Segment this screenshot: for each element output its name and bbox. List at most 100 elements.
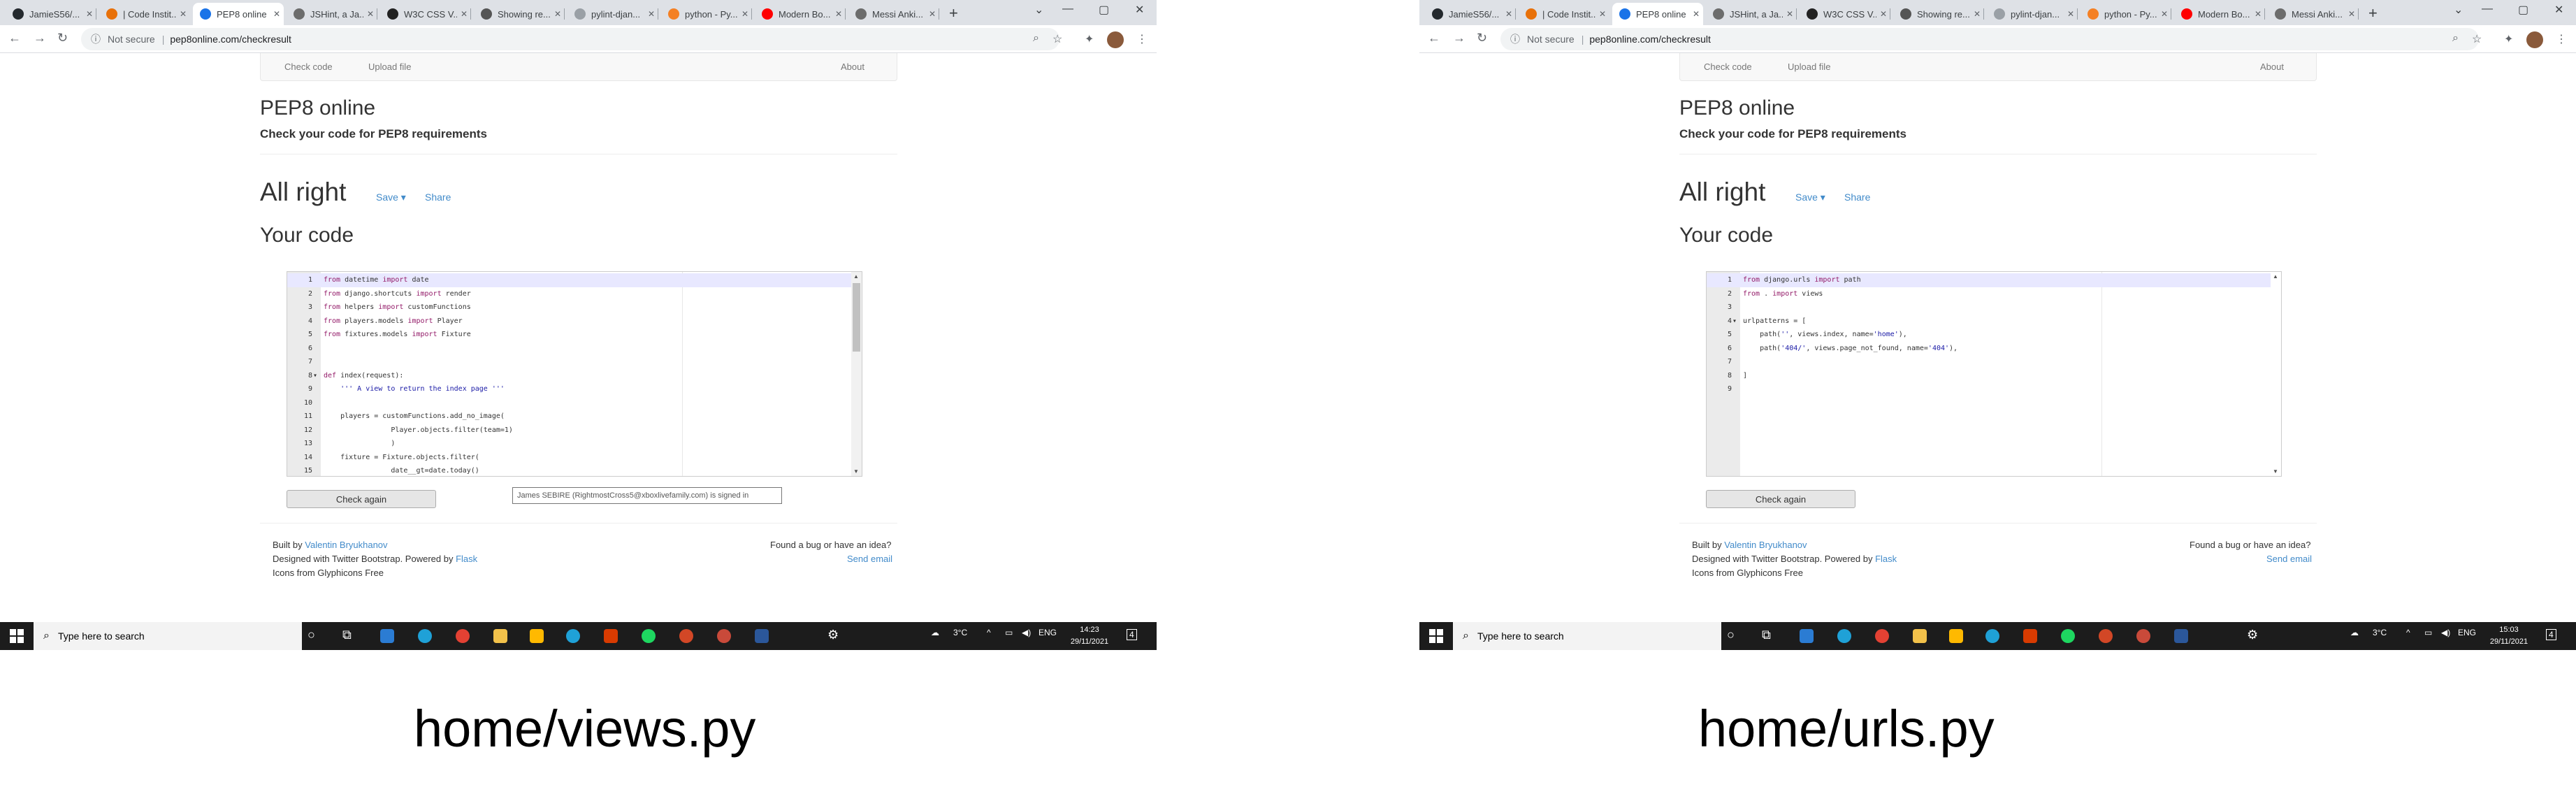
close-tab-icon[interactable]: ✕	[82, 9, 96, 19]
close-tab-icon[interactable]: ✕	[270, 9, 284, 19]
word-icon[interactable]	[2174, 629, 2188, 643]
browser-tab[interactable]: JamieS56/... ✕	[1425, 3, 1516, 25]
check-again-button[interactable]: Check again	[287, 490, 436, 508]
maximize-icon[interactable]: ▢	[1099, 3, 1109, 17]
share-link[interactable]: Share	[1844, 192, 1870, 203]
maximize-icon[interactable]: ▢	[2518, 3, 2528, 17]
scroll-up-icon[interactable]: ▲	[2273, 273, 2278, 280]
flask-link[interactable]: Flask	[1875, 554, 1897, 564]
language-indicator[interactable]: ENG	[1039, 628, 1057, 637]
reload-icon[interactable]: ↻	[1477, 31, 1487, 45]
scroll-up-icon[interactable]: ▲	[853, 273, 859, 280]
editor-scrollbar[interactable]: ▲ ▼	[851, 272, 862, 476]
fold-icon[interactable]: ▾	[313, 369, 317, 383]
close-tab-icon[interactable]: ✕	[2064, 9, 2078, 19]
check-again-button[interactable]: Check again	[1706, 490, 1855, 508]
save-dropdown[interactable]: Save ▾	[376, 192, 406, 203]
browser-tab[interactable]: W3C CSS V... ✕	[1800, 3, 1890, 25]
close-tab-icon[interactable]: ✕	[551, 9, 565, 19]
edge-icon[interactable]	[418, 629, 432, 643]
browser-tab[interactable]: python - Py... ✕	[2081, 3, 2171, 25]
back-icon[interactable]: ←	[1428, 31, 1440, 45]
spotify-icon[interactable]	[642, 629, 656, 643]
bookmark-star-icon[interactable]: ☆	[1052, 32, 1062, 46]
close-tab-icon[interactable]: ✕	[2251, 9, 2265, 19]
tray-chevron-icon[interactable]: ^	[987, 628, 991, 637]
mail-icon[interactable]	[1800, 629, 1814, 643]
close-window-icon[interactable]: ✕	[2554, 3, 2563, 17]
fold-icon[interactable]: ▾	[1732, 315, 1737, 329]
volume-icon[interactable]: ◀)	[1022, 628, 1031, 637]
browser-tab[interactable]: Showing re... ✕	[474, 3, 565, 25]
share-link[interactable]: Share	[425, 192, 451, 203]
back-icon[interactable]: ←	[8, 31, 21, 45]
profile-avatar[interactable]	[2526, 31, 2543, 48]
browser-tab[interactable]: python - Py... ✕	[661, 3, 752, 25]
extensions-icon[interactable]: ✦	[1085, 32, 1094, 46]
nav-check-code[interactable]: Check code	[1704, 62, 1752, 72]
taskbar-search[interactable]: ⌕ Type here to search	[34, 622, 302, 650]
close-tab-icon[interactable]: ✕	[738, 9, 752, 19]
taskbar-clock[interactable]: 15:03 29/11/2021	[2484, 624, 2533, 648]
browser-tab[interactable]: W3C CSS V... ✕	[380, 3, 471, 25]
close-tab-icon[interactable]: ✕	[1783, 9, 1797, 19]
flask-link[interactable]: Flask	[456, 554, 477, 564]
task-view-icon[interactable]: ⧉	[342, 628, 352, 642]
taskbar-search[interactable]: ⌕ Type here to search	[1453, 622, 1721, 650]
app-icon[interactable]	[2136, 629, 2150, 643]
zoom-icon[interactable]: ⌕	[1033, 32, 1039, 45]
browser-tab[interactable]: Showing re... ✕	[1893, 3, 1984, 25]
taskbar-clock[interactable]: 14:23 29/11/2021	[1065, 624, 1114, 648]
browser-tab[interactable]: JamieS56/... ✕	[6, 3, 96, 25]
new-tab-icon[interactable]: +	[2368, 4, 2378, 22]
close-tab-icon[interactable]: ✕	[832, 9, 846, 19]
browser-tab[interactable]: | Code Instit... ✕	[99, 3, 190, 25]
store-icon[interactable]	[1949, 629, 1963, 643]
new-tab-icon[interactable]: +	[949, 4, 958, 22]
forward-icon[interactable]: →	[1453, 31, 1466, 45]
network-icon[interactable]: ▭	[1005, 628, 1013, 637]
editor-scrollbar[interactable]: ▲ ▼	[2271, 272, 2281, 476]
code-editor[interactable]: 1 from django.urls import path 2 from . imp…	[1706, 271, 2282, 477]
browser-tab[interactable]: Modern Bo... ✕	[2174, 3, 2265, 25]
close-tab-icon[interactable]: ✕	[2345, 9, 2359, 19]
close-tab-icon[interactable]: ✕	[2157, 9, 2171, 19]
close-tab-icon[interactable]: ✕	[176, 9, 190, 19]
close-tab-icon[interactable]: ✕	[925, 9, 939, 19]
browser-tab[interactable]: Messi Anki... ✕	[2268, 3, 2359, 25]
scroll-down-icon[interactable]: ▼	[853, 468, 859, 475]
office-icon[interactable]	[604, 629, 618, 643]
minimize-icon[interactable]: —	[1062, 3, 1073, 15]
chrome-icon[interactable]	[456, 629, 470, 643]
language-indicator[interactable]: ENG	[2458, 628, 2476, 637]
code-editor[interactable]: 1 from datetime import date 2 from django.s…	[287, 271, 862, 477]
browser-tab[interactable]: JSHint, a Ja... ✕	[1706, 3, 1797, 25]
office-icon[interactable]	[2023, 629, 2037, 643]
cortana-icon[interactable]: ○	[1727, 628, 1735, 642]
scrollbar-thumb[interactable]	[853, 283, 860, 352]
author-link[interactable]: Valentin Bryukhanov	[1724, 540, 1807, 550]
close-window-icon[interactable]: ✕	[1135, 3, 1144, 17]
send-email-link[interactable]: Send email	[847, 554, 892, 564]
edge-icon[interactable]	[1837, 629, 1851, 643]
zoom-icon[interactable]: ⌕	[2452, 32, 2459, 45]
browser-tab[interactable]: PEP8 online ✕	[1612, 3, 1703, 25]
network-icon[interactable]: ▭	[2424, 628, 2432, 637]
weather-icon[interactable]: ☁	[2350, 628, 2359, 637]
close-tab-icon[interactable]: ✕	[457, 9, 471, 19]
settings-icon[interactable]: ⚙	[2247, 628, 2258, 642]
windows-start-icon[interactable]	[1429, 629, 1443, 643]
file-explorer-icon[interactable]	[1913, 629, 1927, 643]
reload-icon[interactable]: ↻	[57, 31, 68, 45]
cortana-icon[interactable]: ○	[307, 628, 315, 642]
windows-start-icon[interactable]	[10, 629, 24, 643]
tab-search-icon[interactable]: ⌄	[2454, 3, 2463, 17]
notification-icon[interactable]: 4	[2546, 629, 2556, 640]
forward-icon[interactable]: →	[34, 31, 46, 45]
close-tab-icon[interactable]: ✕	[644, 9, 658, 19]
browser-tab[interactable]: JSHint, a Ja... ✕	[287, 3, 377, 25]
close-tab-icon[interactable]: ✕	[1970, 9, 1984, 19]
powerpoint-icon[interactable]	[2099, 629, 2113, 643]
save-dropdown[interactable]: Save ▾	[1795, 192, 1825, 203]
scroll-down-icon[interactable]: ▼	[2273, 468, 2278, 475]
